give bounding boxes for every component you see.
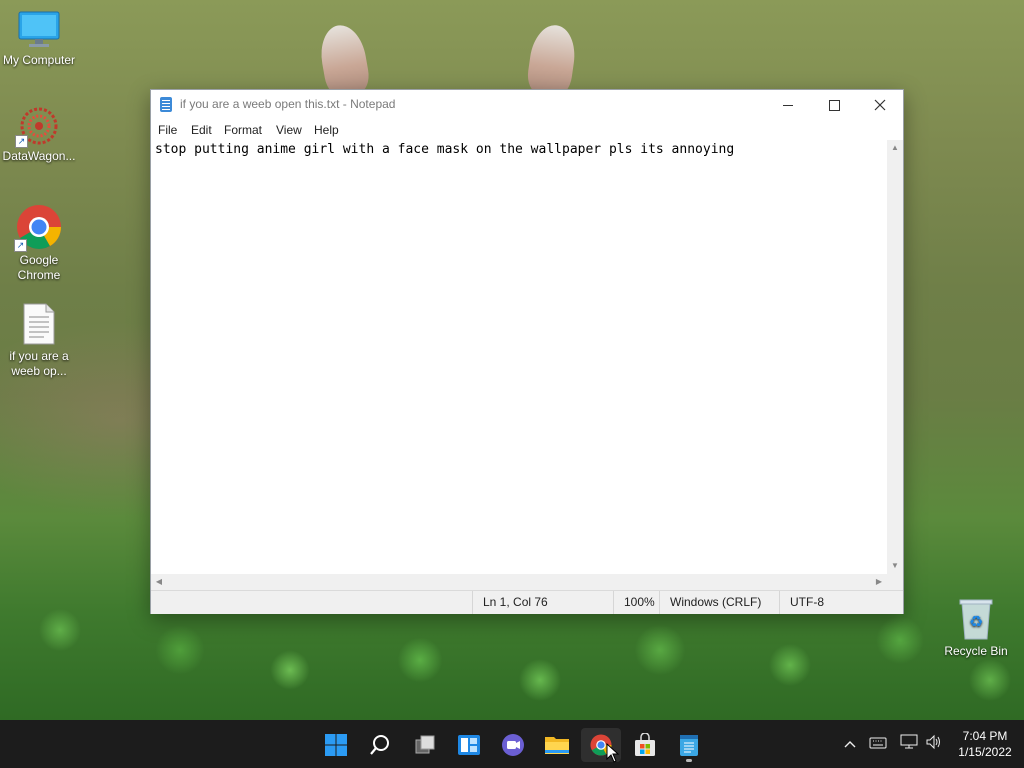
status-cursor-position: Ln 1, Col 76 (472, 591, 613, 614)
file-explorer-button[interactable] (537, 728, 577, 762)
desktop-icon-label: Google Chrome (17, 253, 61, 282)
editor-content[interactable]: stop putting anime girl with a face mask… (155, 142, 734, 157)
resize-grip[interactable] (887, 574, 903, 590)
search-button[interactable] (360, 728, 400, 762)
menu-bar: File Edit Format View Help (151, 120, 903, 140)
chrome-icon: ↗ (14, 204, 62, 252)
scroll-right-icon[interactable]: ▶ (871, 574, 887, 590)
menu-file[interactable]: File (158, 123, 177, 137)
horizontal-scrollbar[interactable]: ◀ ▶ (151, 574, 887, 590)
desktop-icon-label: if you are a weeb op... (9, 349, 69, 378)
close-icon (874, 99, 886, 111)
menu-edit[interactable]: Edit (191, 123, 212, 137)
wallpaper-ear (525, 22, 579, 98)
clock-time: 7:04 PM (962, 729, 1008, 743)
minimize-button[interactable] (765, 90, 811, 120)
status-bar: Ln 1, Col 76 100% Windows (CRLF) UTF-8 (151, 590, 903, 614)
minimize-icon (783, 104, 793, 106)
shortcut-arrow-icon: ↗ (15, 135, 28, 148)
desktop-icon-text-file[interactable]: if you are a weeb op... (0, 302, 78, 379)
vertical-scrollbar[interactable]: ▲ ▼ (887, 140, 903, 574)
text-file-icon (22, 302, 56, 346)
desktop-icon-my-computer[interactable]: My Computer (0, 10, 78, 68)
shortcut-arrow-icon: ↗ (14, 239, 27, 252)
file-explorer-icon (545, 737, 569, 754)
task-view-icon (415, 735, 435, 754)
menu-format[interactable]: Format (224, 123, 262, 137)
volume-icon[interactable] (924, 734, 944, 754)
desktop-icon-recycle-bin[interactable]: ♻ Recycle Bin (937, 597, 1015, 659)
running-indicator (686, 759, 692, 762)
mouse-cursor-icon (606, 743, 620, 763)
search-icon (370, 735, 389, 755)
desktop-icon-google-chrome[interactable]: ↗ Google Chrome (0, 204, 78, 283)
wallpaper-ear (316, 21, 372, 99)
close-button[interactable] (857, 90, 903, 120)
keyboard-icon[interactable] (868, 734, 888, 754)
scroll-down-icon[interactable]: ▼ (887, 558, 903, 574)
svg-text:♻: ♻ (969, 612, 983, 631)
desktop: My Computer ↗ DataWagon... ↗ Google Chro… (0, 0, 1024, 720)
teams-chat-icon (502, 734, 524, 756)
recycle-bin-icon: ♻ (956, 597, 996, 641)
task-view-button[interactable] (405, 728, 445, 762)
taskbar: 7:04 PM 1/15/2022 (0, 720, 1024, 768)
notepad-icon (160, 97, 172, 112)
notepad-taskbar-button[interactable] (669, 728, 709, 762)
desktop-icon-datawagon[interactable]: ↗ DataWagon... (0, 106, 78, 164)
status-zoom: 100% (613, 591, 659, 614)
teams-chat-button[interactable] (493, 728, 533, 762)
store-icon (635, 733, 655, 756)
desktop-icon-label: Recycle Bin (944, 644, 1008, 658)
status-line-ending: Windows (CRLF) (659, 591, 779, 614)
menu-view[interactable]: View (276, 123, 302, 137)
widgets-button[interactable] (449, 728, 489, 762)
start-icon (325, 734, 347, 756)
maximize-icon (828, 99, 840, 111)
text-editor[interactable]: stop putting anime girl with a face mask… (151, 140, 887, 574)
desktop-icon-label: DataWagon... (2, 149, 76, 163)
scroll-left-icon[interactable]: ◀ (151, 574, 167, 590)
menu-help[interactable]: Help (314, 123, 339, 137)
scroll-up-icon[interactable]: ▲ (887, 140, 903, 156)
status-encoding: UTF-8 (779, 591, 903, 614)
notepad-window[interactable]: if you are a weeb open this.txt - Notepa… (150, 89, 904, 614)
maximize-button[interactable] (811, 90, 857, 120)
monitor-icon (18, 10, 60, 50)
notepad-icon (680, 735, 698, 756)
store-button[interactable] (625, 728, 665, 762)
clock-date: 1/15/2022 (958, 745, 1012, 759)
start-button[interactable] (316, 728, 356, 762)
title-bar[interactable]: if you are a weeb open this.txt - Notepa… (151, 90, 903, 120)
chevron-up-icon[interactable] (840, 734, 860, 754)
desktop-icon-label: My Computer (2, 53, 76, 67)
datawagon-icon: ↗ (15, 106, 61, 148)
network-icon[interactable] (899, 734, 919, 754)
widgets-icon (458, 735, 480, 755)
window-title: if you are a weeb open this.txt - Notepa… (180, 97, 396, 111)
clock[interactable]: 7:04 PM 1/15/2022 (955, 728, 1015, 760)
